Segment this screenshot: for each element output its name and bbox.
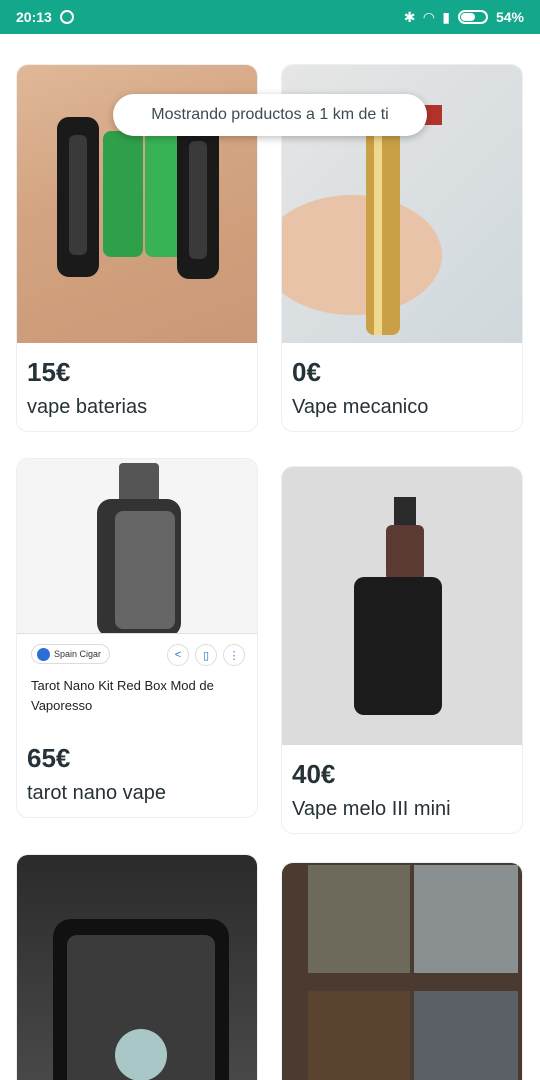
- melo-mod-photo-art: [354, 497, 442, 715]
- product-price: 15€: [27, 357, 71, 387]
- status-bar: 20:13 ✱ ◠ ▮ 54%: [0, 0, 540, 34]
- product-feed[interactable]: 15€ vape baterias 0€ Vape mecanico Spain…: [0, 34, 540, 1080]
- signal-icon: ▮: [442, 8, 450, 25]
- bookmark-icon: ▯: [195, 644, 217, 666]
- caption-text: Tarot Nano Kit Red Box Mod de Vaporesso: [31, 678, 214, 713]
- location-banner[interactable]: Mostrando productos a 1 km de ti: [113, 94, 427, 136]
- status-time: 20:13: [16, 9, 52, 25]
- product-photo: Spain Cigar < ▯ ⋮ Tarot Nano Kit Red Box…: [17, 459, 257, 729]
- product-photo: [282, 863, 522, 1080]
- share-icon: <: [167, 644, 189, 666]
- product-card[interactable]: Spain Cigar < ▯ ⋮ Tarot Nano Kit Red Box…: [16, 458, 258, 818]
- product-price: 0€: [292, 357, 321, 387]
- product-price: 65€: [27, 743, 71, 773]
- product-card[interactable]: [16, 854, 258, 1080]
- battery-percent: 54%: [495, 9, 524, 25]
- source-chip: Spain Cigar: [31, 644, 111, 664]
- product-price: 40€: [292, 759, 336, 789]
- box-mod-photo-art: [97, 463, 181, 637]
- photo-caption-strip: Spain Cigar < ▯ ⋮ Tarot Nano Kit Red Box…: [17, 633, 257, 729]
- product-title: Vape melo III mini: [292, 798, 451, 820]
- caption-actions: < ▯ ⋮: [167, 644, 245, 666]
- product-title: Vape mecanico: [292, 396, 429, 418]
- wifi-icon: ◠: [423, 8, 435, 25]
- product-photo: [282, 467, 522, 745]
- bluetooth-icon: ✱: [403, 8, 416, 25]
- product-title: vape baterias: [27, 396, 148, 418]
- product-card[interactable]: 40€ Vape melo III mini: [281, 466, 523, 834]
- product-title: tarot nano vape: [27, 782, 166, 804]
- battery-icon: [457, 10, 488, 24]
- product-photo: [17, 855, 257, 1080]
- more-icon: ⋮: [223, 644, 245, 666]
- status-icons: ✱ ◠ ▮ 54%: [404, 9, 524, 26]
- whatsapp-icon: [59, 10, 74, 24]
- games-photo-art: [308, 865, 518, 1080]
- product-card[interactable]: [281, 862, 523, 1080]
- carved-mod-photo-art: [53, 919, 229, 1080]
